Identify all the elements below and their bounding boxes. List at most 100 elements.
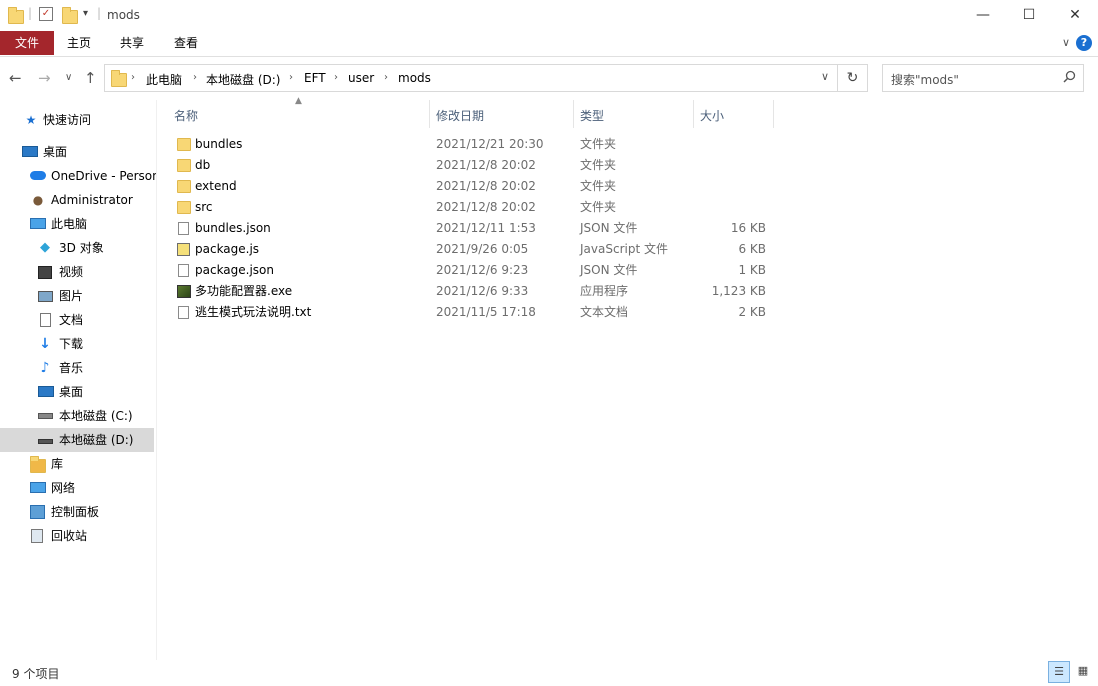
- nav-item-music[interactable]: ♪ 音乐: [0, 356, 156, 380]
- nav-item-desktop[interactable]: 桌面: [0, 140, 156, 164]
- breadcrumb-separator[interactable]: ›: [131, 72, 135, 83]
- nav-item-label: 网络: [51, 481, 76, 495]
- nav-item-downloads[interactable]: ↓ 下载: [0, 332, 156, 356]
- maximize-button[interactable]: ☐: [1006, 0, 1052, 30]
- column-header-type[interactable]: 类型: [580, 104, 604, 128]
- breadcrumb-eft[interactable]: EFT: [304, 71, 326, 85]
- address-dropdown-icon[interactable]: ∨: [821, 70, 829, 83]
- column-divider[interactable]: [573, 100, 574, 128]
- drive-icon: [38, 439, 53, 444]
- file-row[interactable]: package.json 2021/12/6 9:23 JSON 文件 1 KB: [169, 260, 774, 281]
- nav-item-documents[interactable]: 文档: [0, 308, 156, 332]
- nav-item-label: 控制面板: [51, 505, 100, 519]
- file-type: JavaScript 文件: [580, 242, 668, 256]
- file-row[interactable]: extend 2021/12/8 20:02 文件夹: [169, 176, 774, 197]
- tab-view[interactable]: 查看: [162, 31, 210, 55]
- cloud-icon: [30, 171, 46, 180]
- nav-item-desktop-pc[interactable]: 桌面: [0, 380, 156, 404]
- column-divider[interactable]: [773, 100, 774, 128]
- breadcrumb-separator[interactable]: ›: [384, 72, 388, 83]
- nav-item-pictures[interactable]: 图片: [0, 284, 156, 308]
- nav-item-label: 3D 对象: [59, 241, 104, 255]
- nav-item-network[interactable]: 网络: [0, 476, 156, 500]
- nav-item-recycle-bin[interactable]: 回收站: [0, 524, 156, 548]
- file-row[interactable]: bundles.json 2021/12/11 1:53 JSON 文件 16 …: [169, 218, 774, 239]
- folder-icon: [177, 159, 191, 172]
- search-icon[interactable]: [1063, 70, 1076, 87]
- tab-file[interactable]: 文件: [0, 31, 54, 55]
- properties-icon[interactable]: ✓: [39, 7, 53, 21]
- column-divider[interactable]: [429, 100, 430, 128]
- nav-item-administrator[interactable]: ● Administrator: [0, 188, 156, 212]
- file-row[interactable]: db 2021/12/8 20:02 文件夹: [169, 155, 774, 176]
- nav-item-control-panel[interactable]: 控制面板: [0, 500, 156, 524]
- folder-icon: [177, 180, 191, 193]
- nav-item-3d-objects[interactable]: ◆ 3D 对象: [0, 236, 156, 260]
- nav-item-label: 下载: [59, 337, 84, 351]
- large-icons-view-icon[interactable]: ▦: [1072, 661, 1094, 683]
- window-title: mods: [107, 8, 140, 22]
- column-header-name[interactable]: 名称: [174, 104, 198, 128]
- back-button[interactable]: ←: [9, 69, 22, 87]
- column-divider[interactable]: [693, 100, 694, 128]
- video-icon: [38, 266, 52, 279]
- file-type: 文件夹: [580, 179, 617, 193]
- file-date: 2021/9/26 0:05: [436, 242, 529, 256]
- breadcrumb-mods[interactable]: mods: [398, 71, 431, 85]
- breadcrumb-this-pc[interactable]: 此电脑: [146, 71, 182, 88]
- help-icon[interactable]: ?: [1076, 35, 1092, 51]
- nav-item-onedrive[interactable]: OneDrive - Person: [0, 164, 156, 188]
- nav-item-label: 此电脑: [51, 217, 88, 231]
- up-button[interactable]: ↑: [84, 69, 97, 87]
- file-type: 文本文档: [580, 305, 629, 319]
- file-type: JSON 文件: [580, 221, 638, 235]
- file-type: 文件夹: [580, 200, 617, 214]
- file-row[interactable]: package.js 2021/9/26 0:05 JavaScript 文件 …: [169, 239, 774, 260]
- javascript-file-icon: [177, 243, 190, 256]
- file-list: ▲ 名称 修改日期 类型 大小 bundles 2021/12/21 20:30…: [157, 96, 1098, 660]
- file-row[interactable]: 多功能配置器.exe 2021/12/6 9:33 应用程序 1,123 KB: [169, 281, 774, 302]
- breadcrumb-user[interactable]: user: [348, 71, 374, 85]
- tab-share[interactable]: 共享: [108, 31, 156, 55]
- nav-item-drive-d[interactable]: 本地磁盘 (D:): [0, 428, 154, 452]
- breadcrumb-separator[interactable]: ›: [289, 72, 293, 83]
- download-icon: ↓: [39, 336, 51, 352]
- nav-item-this-pc[interactable]: 此电脑: [0, 212, 156, 236]
- item-count: 9 个项目: [12, 667, 60, 681]
- nav-item-label: 库: [51, 457, 64, 471]
- forward-button[interactable]: →: [38, 69, 51, 87]
- nav-item-drive-c[interactable]: 本地磁盘 (C:): [0, 404, 156, 428]
- recent-locations-button[interactable]: ∨: [65, 72, 72, 83]
- file-row[interactable]: 逃生模式玩法说明.txt 2021/11/5 17:18 文本文档 2 KB: [169, 302, 774, 323]
- minimize-button[interactable]: —: [960, 0, 1006, 30]
- file-row[interactable]: src 2021/12/8 20:02 文件夹: [169, 197, 774, 218]
- network-icon: [30, 482, 46, 493]
- file-row[interactable]: bundles 2021/12/21 20:30 文件夹: [169, 134, 774, 155]
- nav-item-libraries[interactable]: 库: [0, 452, 156, 476]
- file-date: 2021/12/8 20:02: [436, 179, 536, 193]
- details-view-icon[interactable]: ☰: [1048, 661, 1070, 683]
- file-date: 2021/11/5 17:18: [436, 305, 536, 319]
- search-input[interactable]: 搜索"mods": [882, 64, 1084, 92]
- nav-item-label: 本地磁盘 (D:): [59, 433, 134, 447]
- desktop-icon: [38, 386, 54, 397]
- refresh-button[interactable]: ↻: [838, 64, 868, 92]
- column-header-date[interactable]: 修改日期: [436, 104, 484, 128]
- nav-item-videos[interactable]: 视频: [0, 260, 156, 284]
- expand-ribbon-icon[interactable]: ∨: [1062, 36, 1070, 49]
- document-icon: [40, 313, 51, 327]
- nav-item-label: 快速访问: [43, 113, 92, 127]
- nav-item-label: 桌面: [43, 145, 68, 159]
- breadcrumb-separator[interactable]: ›: [193, 72, 197, 83]
- breadcrumb-drive-d[interactable]: 本地磁盘 (D:): [206, 71, 280, 88]
- computer-icon: [30, 218, 46, 229]
- address-bar[interactable]: › 此电脑 › 本地磁盘 (D:) › EFT › user › mods ∨: [104, 64, 838, 92]
- column-header-size[interactable]: 大小: [700, 104, 724, 128]
- title-bar: | ✓ ▾ | mods — ☐ ✕: [0, 0, 1098, 31]
- breadcrumb-separator[interactable]: ›: [334, 72, 338, 83]
- nav-item-label: 桌面: [59, 385, 84, 399]
- close-button[interactable]: ✕: [1052, 0, 1098, 30]
- tab-home[interactable]: 主页: [55, 31, 103, 55]
- customize-quick-access-icon[interactable]: ▾: [83, 8, 88, 19]
- nav-item-quick-access[interactable]: ★ 快速访问: [0, 108, 156, 132]
